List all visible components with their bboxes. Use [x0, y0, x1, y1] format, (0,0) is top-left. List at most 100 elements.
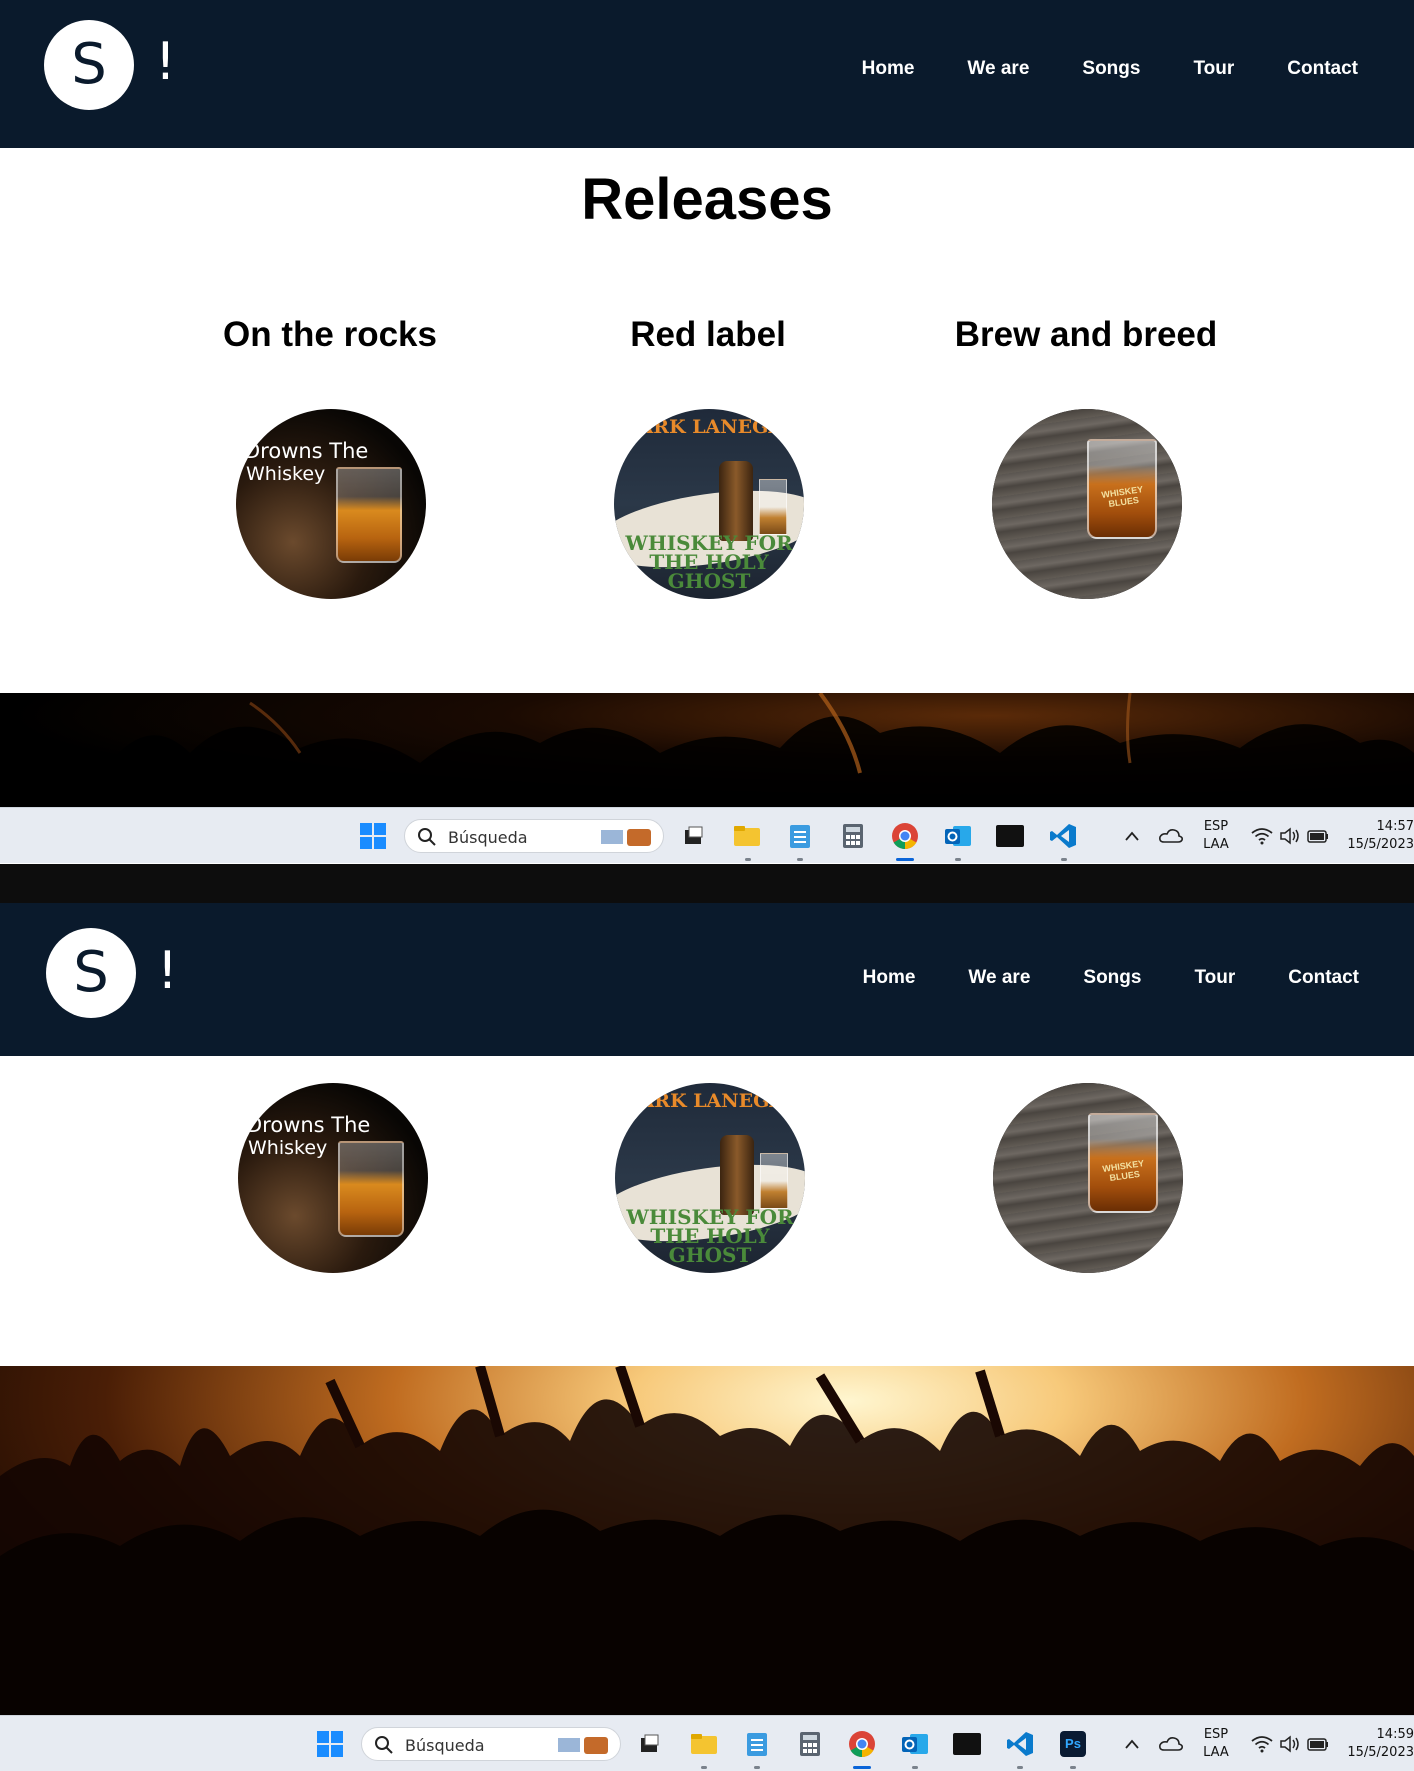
release-name-brew-and-breed: Brew and breed — [954, 315, 1218, 354]
search-icon — [375, 1736, 393, 1754]
cover-album-text: WHISKEY FOR THE HOLY GHOST — [626, 1205, 794, 1267]
onedrive-cloud-icon[interactable] — [1157, 1730, 1185, 1758]
running-indicator — [797, 858, 803, 861]
windows-start-icon[interactable] — [359, 822, 387, 850]
cover-glass-image — [760, 1153, 788, 1209]
vscode-icon[interactable] — [1049, 822, 1077, 850]
taskbar-search-box[interactable]: Búsqueda — [404, 819, 664, 853]
language-code: ESP — [1203, 1727, 1229, 1742]
wifi-icon[interactable] — [1248, 1730, 1276, 1758]
album-cover-brew-and-breed[interactable]: WHISKEY BLUES — [993, 1083, 1183, 1273]
battery-icon[interactable] — [1304, 1730, 1332, 1758]
clock-date: 15/5/2023 — [1347, 837, 1414, 852]
outlook-icon[interactable] — [944, 822, 972, 850]
wifi-icon[interactable] — [1248, 822, 1276, 850]
nav-we-are[interactable]: We are — [968, 967, 1030, 989]
calculator-icon[interactable] — [796, 1730, 824, 1758]
screenshot-separator — [0, 864, 1414, 903]
active-app-indicator — [853, 1766, 871, 1769]
album-cover-red-label[interactable]: MARK LANEGAN WHISKEY FOR THE HOLY GHOST — [614, 409, 804, 599]
cover-bottle-image — [720, 1135, 754, 1215]
active-app-indicator — [896, 858, 914, 861]
cover-artist-text: MARK LANEGAN — [618, 1090, 802, 1112]
cover-glass-image — [759, 479, 787, 535]
nav-home[interactable]: Home — [863, 967, 916, 989]
cover-album-text: WHISKEY FOR THE HOLY GHOST — [625, 531, 793, 593]
outlook-icon[interactable] — [901, 1730, 929, 1758]
windows-taskbar: Búsqueda ESP LAA 14:57 15/5/2023 — [0, 807, 1414, 863]
photoshop-label: Ps — [1060, 1731, 1086, 1757]
running-indicator — [1061, 858, 1067, 861]
cover-text-line-2: Whiskey — [248, 1137, 328, 1159]
language-indicator[interactable]: ESP LAA — [1198, 818, 1234, 854]
chevron-up-icon[interactable] — [1118, 822, 1146, 850]
notepad-icon[interactable] — [786, 822, 814, 850]
file-explorer-icon[interactable] — [690, 1730, 718, 1758]
nav-tour[interactable]: Tour — [1194, 967, 1235, 989]
search-placeholder: Búsqueda — [405, 1736, 485, 1755]
whiskey-glass-image — [336, 467, 402, 563]
vscode-icon[interactable] — [1006, 1730, 1034, 1758]
nav-contact[interactable]: Contact — [1287, 58, 1358, 80]
clock-time: 14:57 — [1376, 819, 1414, 834]
task-view-icon[interactable] — [679, 822, 707, 850]
keyboard-layout: LAA — [1203, 837, 1229, 852]
nav-songs[interactable]: Songs — [1083, 967, 1141, 989]
calculator-icon[interactable] — [839, 822, 867, 850]
running-indicator — [912, 1766, 918, 1769]
volume-icon[interactable] — [1276, 1730, 1304, 1758]
onedrive-cloud-icon[interactable] — [1157, 822, 1185, 850]
system-clock[interactable]: 14:59 15/5/2023 — [1336, 1726, 1414, 1762]
running-indicator — [1017, 1766, 1023, 1769]
album-cover-brew-and-breed[interactable]: WHISKEY BLUES — [992, 409, 1182, 599]
album-cover-on-the-rocks[interactable]: Drowns The Whiskey — [238, 1083, 428, 1273]
cover-artist-text: MARK LANEGAN — [617, 416, 801, 438]
task-view-icon[interactable] — [635, 1730, 663, 1758]
battery-icon[interactable] — [1304, 822, 1332, 850]
keyboard-layout: LAA — [1203, 1745, 1229, 1760]
site-logo[interactable]: S — [44, 20, 134, 110]
site-logo-exclamation: ! — [157, 941, 178, 1001]
screenshot-2: S ! Home We are Songs Tour Contact Drown… — [0, 903, 1414, 1771]
clock-time: 14:59 — [1376, 1727, 1414, 1742]
taskbar-search-box[interactable]: Búsqueda — [361, 1727, 621, 1761]
main-nav: Home We are Songs Tour Contact — [863, 967, 1359, 989]
terminal-icon[interactable] — [953, 1730, 981, 1758]
windows-taskbar: Búsqueda Ps ESP LAA 14:59 15/5/2023 — [0, 1715, 1414, 1771]
site-logo[interactable]: S — [46, 928, 136, 1018]
concert-crowd-banner — [0, 1366, 1414, 1716]
nav-contact[interactable]: Contact — [1288, 967, 1359, 989]
chevron-up-icon[interactable] — [1118, 1730, 1146, 1758]
windows-start-icon[interactable] — [316, 1730, 344, 1758]
release-name-on-the-rocks: On the rocks — [223, 315, 437, 354]
nav-we-are[interactable]: We are — [967, 58, 1029, 80]
search-highlight-image — [558, 1737, 608, 1754]
site-header: S ! Home We are Songs Tour Contact — [0, 903, 1414, 1056]
volume-icon[interactable] — [1276, 822, 1304, 850]
search-highlight-image — [601, 829, 651, 846]
running-indicator — [1070, 1766, 1076, 1769]
notepad-icon[interactable] — [743, 1730, 771, 1758]
chrome-icon[interactable] — [891, 822, 919, 850]
cover-bottle-image — [719, 461, 753, 541]
system-clock[interactable]: 14:57 15/5/2023 — [1336, 818, 1414, 854]
album-cover-red-label[interactable]: MARK LANEGAN WHISKEY FOR THE HOLY GHOST — [615, 1083, 805, 1273]
nav-songs[interactable]: Songs — [1082, 58, 1140, 80]
main-nav: Home We are Songs Tour Contact — [862, 58, 1358, 80]
cover-text-line-1: Drowns The — [246, 1113, 371, 1137]
running-indicator — [701, 1766, 707, 1769]
album-cover-on-the-rocks[interactable]: Drowns The Whiskey — [236, 409, 426, 599]
screenshot-1: S ! Home We are Songs Tour Contact Relea… — [0, 0, 1414, 864]
language-indicator[interactable]: ESP LAA — [1198, 1726, 1234, 1762]
photoshop-icon[interactable]: Ps — [1059, 1730, 1087, 1758]
releases-title: Releases — [581, 167, 833, 232]
terminal-icon[interactable] — [996, 822, 1024, 850]
crowd-silhouette-image — [0, 1366, 1414, 1716]
running-indicator — [745, 858, 751, 861]
chrome-icon[interactable] — [848, 1730, 876, 1758]
concert-crowd-banner — [0, 693, 1414, 807]
search-icon — [418, 828, 436, 846]
nav-tour[interactable]: Tour — [1193, 58, 1234, 80]
nav-home[interactable]: Home — [862, 58, 915, 80]
file-explorer-icon[interactable] — [733, 822, 761, 850]
